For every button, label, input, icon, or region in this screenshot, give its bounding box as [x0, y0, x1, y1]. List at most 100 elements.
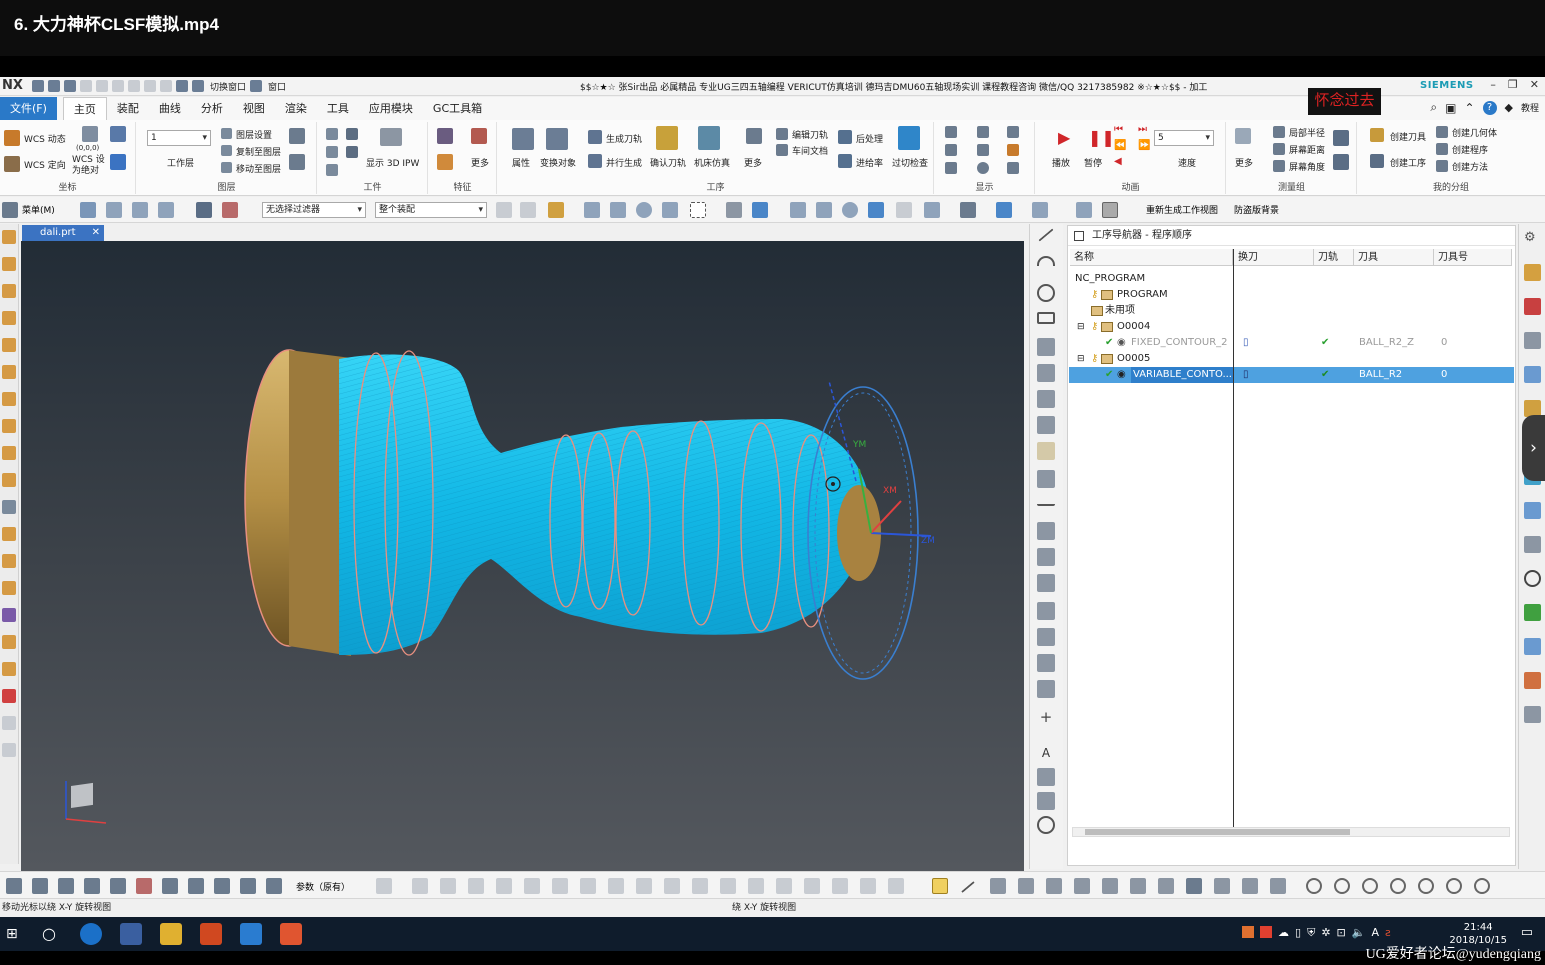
- bottom-icon-39[interactable]: [1214, 878, 1230, 894]
- display-icon-9[interactable]: [1007, 162, 1019, 174]
- create-geometry-icon[interactable]: [1436, 126, 1448, 138]
- sketch-icon-9[interactable]: [1037, 442, 1055, 460]
- bottom-icon-22[interactable]: [664, 878, 680, 894]
- generate-toolpath-icon[interactable]: [588, 130, 602, 144]
- help-icon[interactable]: ?: [1482, 100, 1497, 115]
- column-path[interactable]: 刀轨: [1314, 249, 1354, 266]
- tab-home[interactable]: 主页: [62, 97, 107, 120]
- snap-icon-6[interactable]: [636, 202, 652, 218]
- type-filter-select[interactable]: 无选择过滤器: [262, 202, 366, 218]
- display-icon-1[interactable]: [945, 126, 957, 138]
- more-operation-button[interactable]: 更多: [744, 156, 762, 169]
- spline-icon[interactable]: [1037, 496, 1055, 506]
- shield-icon[interactable]: ⛨: [1307, 926, 1315, 940]
- tree-row[interactable]: ⚷ PROGRAM: [1069, 287, 1514, 303]
- bottom-icon-30[interactable]: [888, 878, 904, 894]
- bottom-icon-24[interactable]: [720, 878, 736, 894]
- windows-start-icon[interactable]: ⊞: [6, 926, 18, 942]
- navigator-icon-4[interactable]: [1524, 366, 1541, 383]
- paste-icon[interactable]: [128, 80, 140, 92]
- bottom-icon-10[interactable]: [240, 878, 256, 894]
- display-icon-6[interactable]: [977, 162, 989, 174]
- view-icon-4[interactable]: [924, 202, 940, 218]
- properties-button[interactable]: 属性: [512, 156, 530, 169]
- snap-icon-4[interactable]: [584, 202, 600, 218]
- circle-snap-icon-6[interactable]: [1446, 878, 1462, 894]
- minimize-icon[interactable]: –: [1490, 78, 1496, 91]
- snap-line-icon[interactable]: [961, 881, 975, 893]
- rail-icon-9[interactable]: [2, 446, 16, 460]
- cloud-icon[interactable]: ☁: [1278, 926, 1289, 940]
- tab-assembly[interactable]: 装配: [107, 97, 149, 120]
- bottom-icon-35[interactable]: [1102, 878, 1118, 894]
- bottom-icon-23[interactable]: [692, 878, 708, 894]
- ribbon-collapse-icon[interactable]: ⌃: [1464, 101, 1474, 115]
- usb-icon[interactable]: ▯: [1295, 926, 1301, 940]
- bottom-icon-26[interactable]: [776, 878, 792, 894]
- bottom-icon-28[interactable]: [832, 878, 848, 894]
- tree-row[interactable]: NC_PROGRAM: [1069, 271, 1514, 287]
- view-icon-2[interactable]: [752, 202, 768, 218]
- screen-distance-icon[interactable]: [1273, 143, 1285, 155]
- redo-icon[interactable]: [96, 80, 108, 92]
- create-method-button[interactable]: 创建方法: [1452, 160, 1488, 173]
- browser-icon[interactable]: [80, 923, 102, 945]
- sketch-icon-7[interactable]: [1037, 390, 1055, 408]
- circle-snap-icon-4[interactable]: [1390, 878, 1406, 894]
- tray-app-icon-1[interactable]: [1242, 926, 1254, 938]
- window-menu-button[interactable]: 窗口: [268, 80, 286, 93]
- more-operation-icon[interactable]: [746, 128, 762, 144]
- display-icon-7[interactable]: [1007, 126, 1019, 138]
- sketch-icon-18[interactable]: [1037, 680, 1055, 698]
- line-icon[interactable]: [1038, 228, 1054, 242]
- navigator-checkbox[interactable]: [1074, 231, 1084, 241]
- rail-icon-17[interactable]: [2, 662, 16, 676]
- rotate-icon[interactable]: [842, 202, 858, 218]
- antialias-background-button[interactable]: 防盗版背景: [1234, 203, 1279, 216]
- restore-icon[interactable]: ❐: [1508, 78, 1518, 91]
- snap-point-icon[interactable]: [932, 878, 948, 894]
- rail-icon-6[interactable]: [2, 365, 16, 379]
- parallel-generate-icon[interactable]: [588, 154, 602, 168]
- edit-toolpath-button[interactable]: 编辑刀轨: [792, 128, 828, 141]
- workpiece-icon-4[interactable]: [346, 128, 358, 140]
- navigator-hscrollbar[interactable]: [1072, 827, 1510, 837]
- save-as-icon[interactable]: [48, 80, 60, 92]
- shop-doc-button[interactable]: 车间文档: [792, 144, 828, 157]
- bottom-icon-21[interactable]: [636, 878, 652, 894]
- reference-select[interactable]: 参数（原有）: [296, 880, 350, 893]
- post-process-button[interactable]: 后处理: [856, 132, 883, 145]
- bottom-icon-19[interactable]: [580, 878, 596, 894]
- display-icon-2[interactable]: [945, 144, 957, 156]
- tab-render[interactable]: 渲染: [275, 97, 317, 120]
- navigator-icon-9[interactable]: [1524, 536, 1541, 553]
- rail-icon-10[interactable]: [2, 473, 16, 487]
- view-icon-3[interactable]: [896, 202, 912, 218]
- bottom-icon-11[interactable]: [266, 878, 282, 894]
- bottom-icon-15[interactable]: [468, 878, 484, 894]
- bottom-icon-38[interactable]: [1186, 878, 1202, 894]
- window-icon[interactable]: [250, 80, 263, 92]
- bottom-icon-36[interactable]: [1130, 878, 1146, 894]
- vericut-icon[interactable]: [240, 923, 262, 945]
- nx-app-icon[interactable]: [120, 923, 142, 945]
- local-radius-icon[interactable]: [1273, 126, 1285, 138]
- select-icon-6[interactable]: [222, 202, 238, 218]
- navigator-icon-3[interactable]: [1524, 332, 1541, 349]
- tab-applications[interactable]: 应用模块: [359, 97, 423, 120]
- switch-window-button[interactable]: 切换窗口: [210, 80, 246, 93]
- navigator-icon-8[interactable]: [1524, 502, 1541, 519]
- bottom-icon-31[interactable]: [990, 878, 1006, 894]
- frame-back-icon[interactable]: ⏪: [1114, 140, 1126, 151]
- zoom-icon[interactable]: [816, 202, 832, 218]
- bottom-icon-3[interactable]: [58, 878, 74, 894]
- bottom-icon-33[interactable]: [1046, 878, 1062, 894]
- measure-icon-a[interactable]: [1333, 130, 1349, 146]
- tree-row[interactable]: ⊟ ⚷ O0004: [1069, 319, 1514, 335]
- local-radius-button[interactable]: 局部半径: [1289, 126, 1325, 139]
- bottom-icon-41[interactable]: [1270, 878, 1286, 894]
- column-tool[interactable]: 刀具: [1354, 249, 1434, 266]
- rail-icon-8[interactable]: [2, 419, 16, 433]
- arc-icon[interactable]: [1037, 256, 1055, 266]
- ime-indicator[interactable]: A: [1371, 926, 1379, 940]
